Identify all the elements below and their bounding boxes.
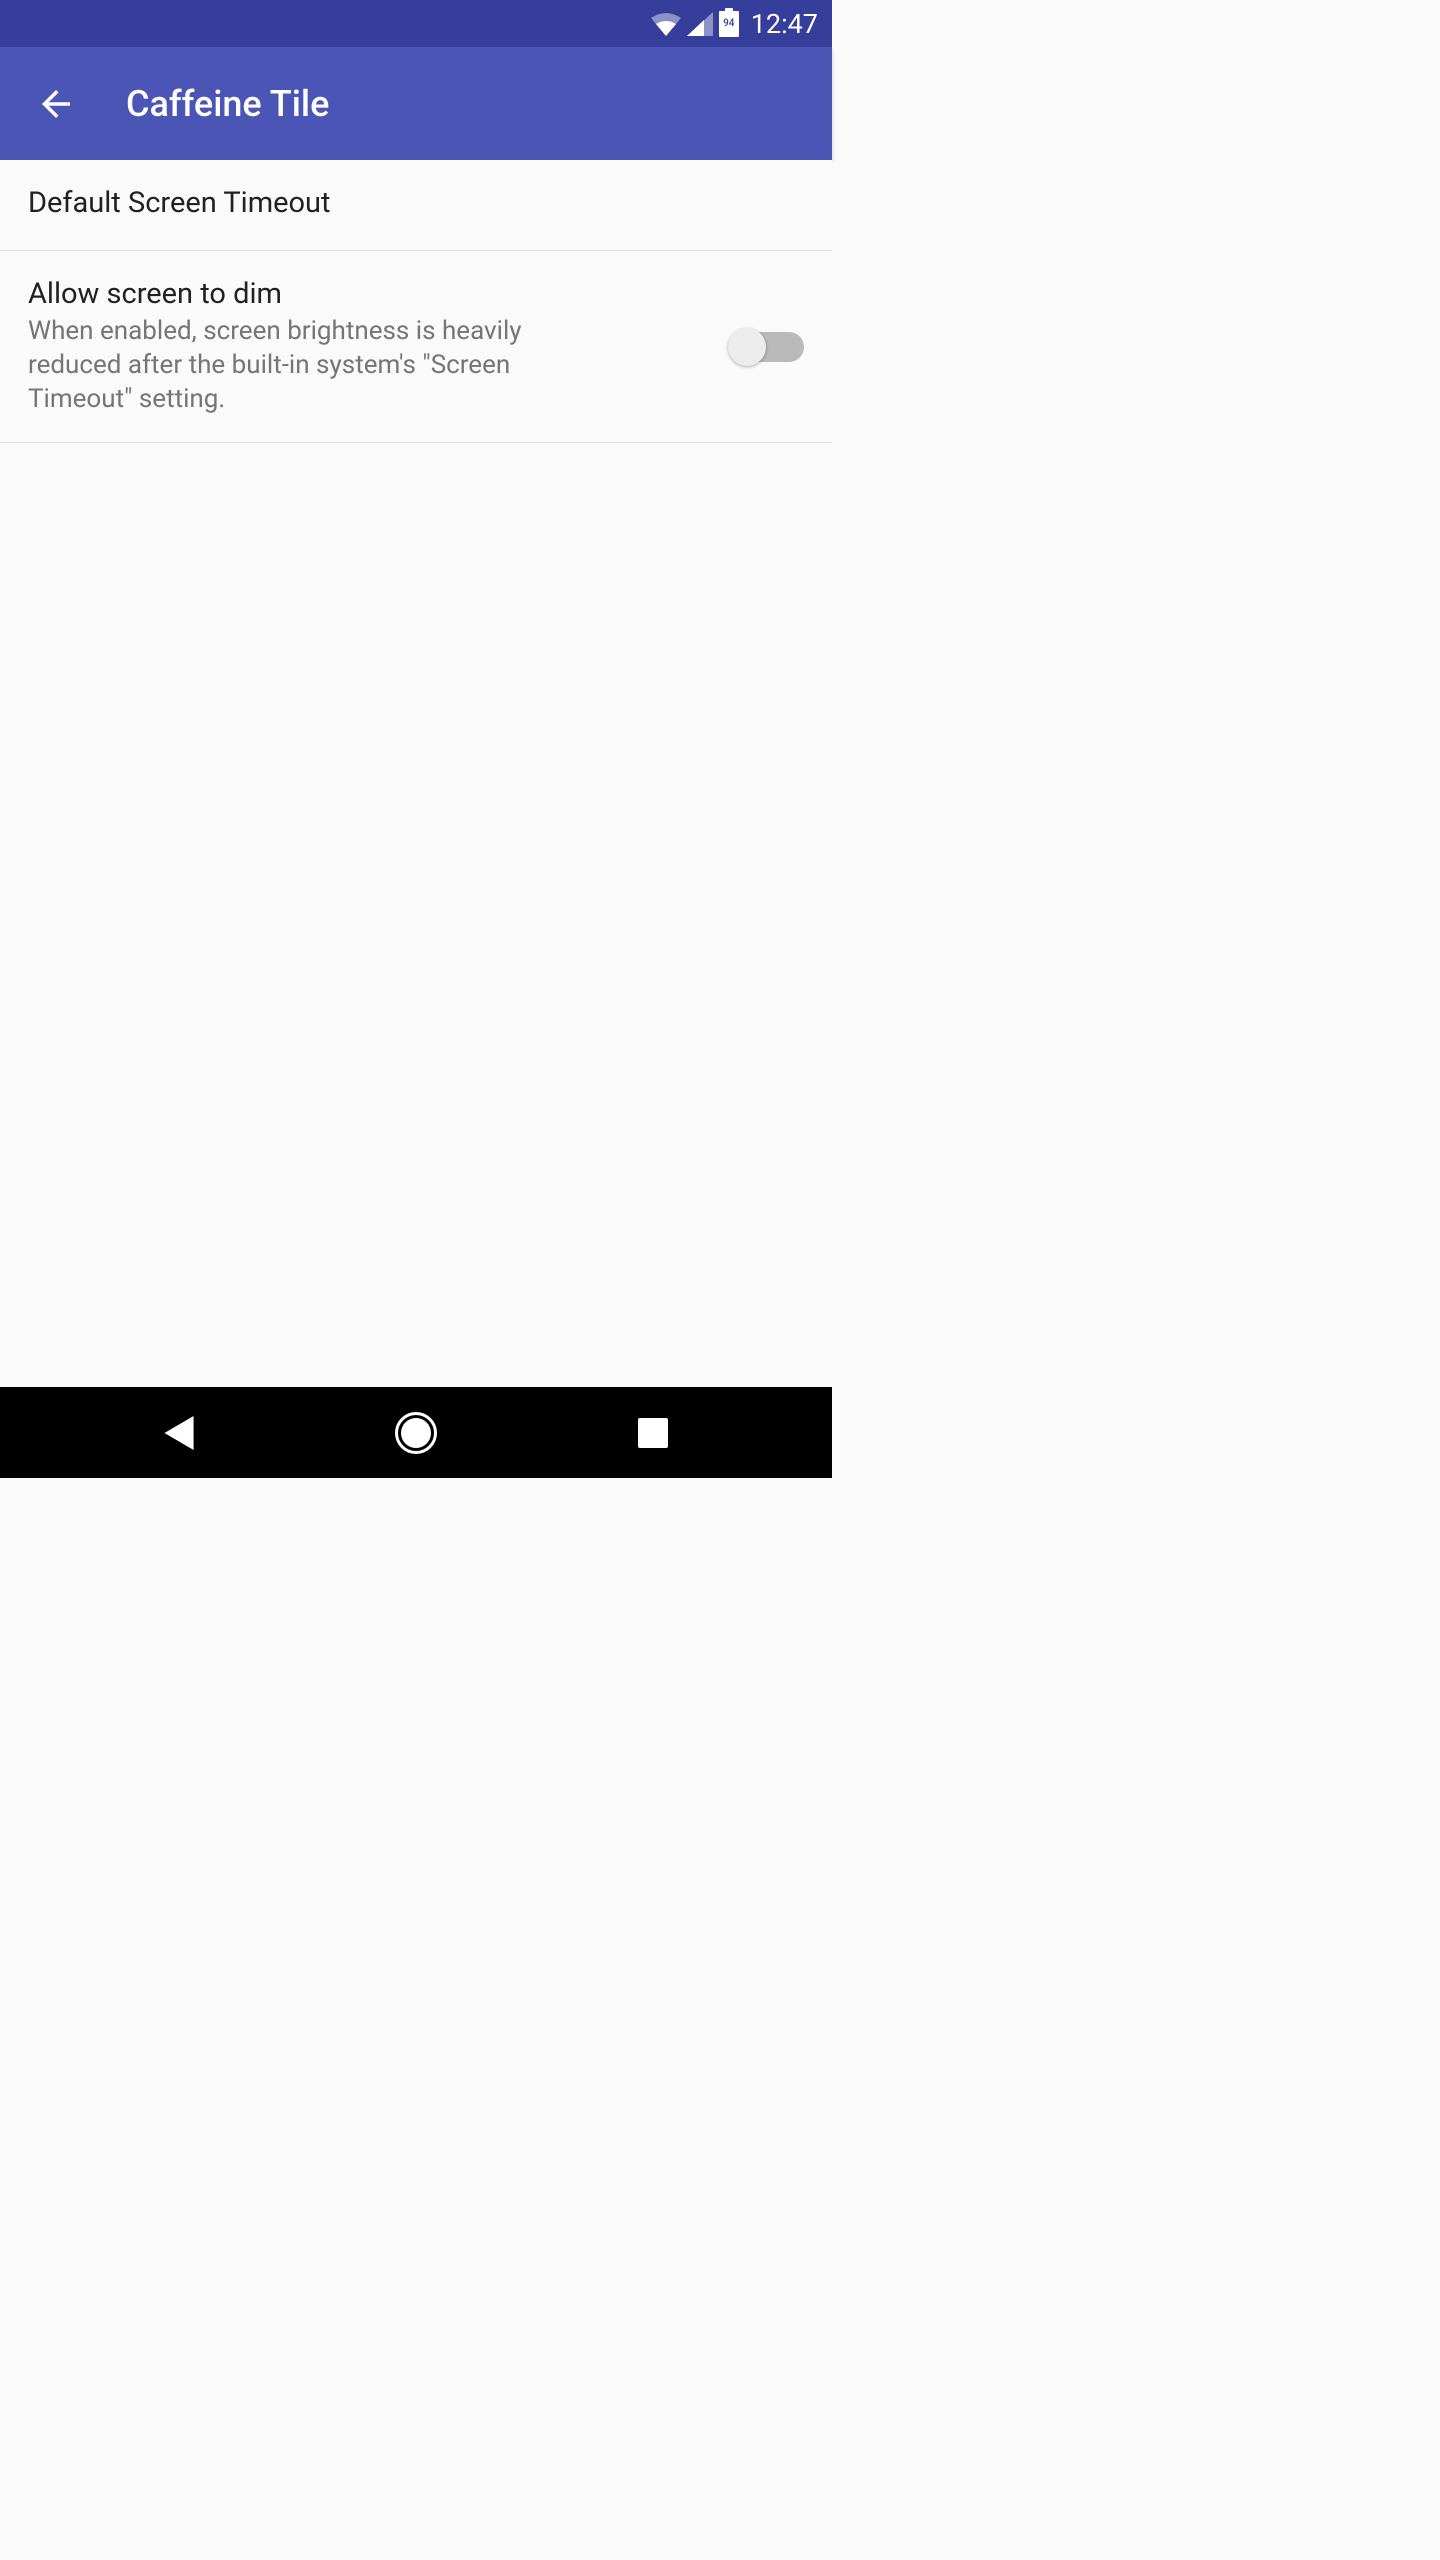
content: Default Screen Timeout Allow screen to d… — [0, 160, 832, 1387]
status-bar: 94 12:47 — [0, 0, 832, 47]
setting-description: When enabled, screen brightness is heavi… — [28, 315, 568, 416]
signal-icon — [687, 12, 713, 36]
back-button[interactable] — [30, 78, 82, 130]
switch-thumb — [728, 328, 766, 366]
clock: 12:47 — [751, 8, 818, 40]
nav-back-icon — [164, 1416, 194, 1450]
nav-home-icon — [395, 1412, 437, 1454]
page-title: Caffeine Tile — [126, 83, 329, 125]
battery-level: 94 — [723, 18, 734, 29]
navigation-bar — [0, 1387, 832, 1478]
setting-allow-dim[interactable]: Allow screen to dim When enabled, screen… — [0, 251, 832, 443]
allow-dim-toggle[interactable] — [732, 332, 804, 362]
back-arrow-icon — [35, 83, 77, 125]
setting-default-timeout[interactable]: Default Screen Timeout — [0, 160, 832, 251]
app-bar: Caffeine Tile — [0, 47, 832, 160]
wifi-icon — [651, 12, 681, 36]
setting-title: Default Screen Timeout — [28, 186, 784, 220]
battery-icon: 94 — [719, 11, 739, 37]
nav-recent-icon — [638, 1418, 668, 1448]
nav-back-button[interactable] — [149, 1403, 209, 1463]
nav-home-button[interactable] — [386, 1403, 446, 1463]
nav-recent-button[interactable] — [623, 1403, 683, 1463]
setting-title: Allow screen to dim — [28, 277, 712, 311]
